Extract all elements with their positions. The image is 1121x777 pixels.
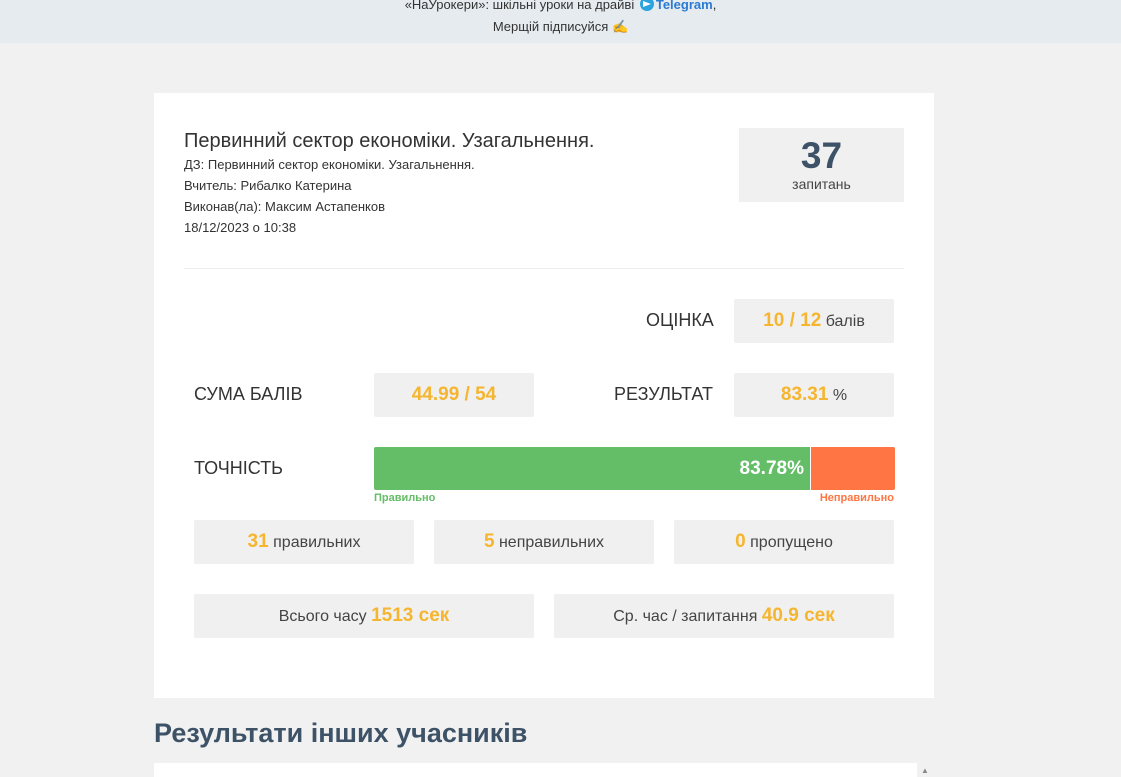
result-label: РЕЗУЛЬТАТ: [614, 384, 713, 404]
avg-time-value: 40.9 сек: [761, 605, 835, 626]
promo-text: «НаУрокери»: шкільні уроки на драйві: [404, 0, 635, 12]
result-box: 83.31 %: [734, 373, 894, 417]
questions-count: 37: [800, 135, 843, 176]
accuracy-correct-legend: Правильно: [374, 492, 436, 504]
telegram-link[interactable]: Telegram: [656, 0, 713, 12]
correct-count-box: 31 правильних: [194, 520, 414, 564]
performer-line: Виконав(ла): Максим Астапенков: [184, 199, 385, 214]
accuracy-bar: 83.78%: [374, 447, 895, 490]
score-sum-value: 44.99 / 54: [411, 384, 497, 405]
scroll-up-arrow-icon[interactable]: ▲: [919, 766, 931, 777]
promo-banner: «НаУрокери»: шкільні уроки на драйві Tel…: [0, 0, 1121, 43]
grade-label: ОЦІНКА: [646, 310, 714, 330]
avg-time-label: Ср. час / запитання: [613, 608, 758, 625]
datetime-line: 18/12/2023 о 10:38: [184, 220, 297, 235]
divider: [184, 268, 904, 269]
correct-count-label: правильних: [273, 534, 361, 551]
score-sum-box: 44.99 / 54: [374, 373, 534, 417]
other-participants-panel: [154, 763, 917, 777]
questions-label: запитань: [792, 176, 851, 192]
skipped-count-label: пропущено: [750, 534, 833, 551]
result-value: 83.31: [780, 384, 829, 405]
grade-value: 10 / 12: [763, 310, 822, 331]
accuracy-label: ТОЧНІСТЬ: [194, 458, 283, 478]
grade-unit: балів: [825, 313, 865, 330]
total-time-label: Всього часу: [278, 608, 367, 625]
skipped-count-box: 0 пропущено: [674, 520, 894, 564]
homework-line: ДЗ: Первинний сектор економіки. Узагальн…: [184, 157, 475, 172]
correct-count-value: 31: [247, 531, 269, 552]
total-time-value: 1513 сек: [371, 605, 450, 626]
accuracy-incorrect-legend: Неправильно: [819, 492, 894, 504]
promo-subscribe-text: Мерщій підписуйся: [492, 19, 609, 34]
avg-time-box: Ср. час / запитання 40.9 сек: [554, 594, 894, 638]
incorrect-count-box: 5 неправильних: [434, 520, 654, 564]
accuracy-incorrect-fill: [810, 447, 895, 490]
test-title: Первинний сектор економіки. Узагальнення…: [184, 130, 595, 152]
incorrect-count-label: неправильних: [498, 534, 605, 551]
result-unit: %: [832, 387, 848, 404]
questions-count-box: 37 запитань: [739, 128, 904, 202]
promo-comma: ,: [712, 0, 717, 12]
grade-box: 10 / 12 балів: [734, 299, 894, 343]
telegram-icon[interactable]: [639, 0, 654, 11]
promo-line-2: Мерщій підписуйся ✍: [0, 18, 1121, 36]
total-time-box: Всього часу 1513 сек: [194, 594, 534, 638]
score-sum-label: СУМА БАЛІВ: [194, 384, 303, 404]
incorrect-count-value: 5: [483, 531, 495, 552]
other-participants-heading: Результати інших учасників: [154, 718, 528, 748]
skipped-count-value: 0: [735, 531, 746, 552]
teacher-line: Вчитель: Рибалко Катерина: [184, 178, 352, 193]
accuracy-correct-fill: 83.78%: [374, 447, 810, 490]
writing-hand-icon: ✍: [611, 19, 629, 34]
result-card: Первинний сектор економіки. Узагальнення…: [154, 93, 934, 698]
promo-line-1: «НаУрокери»: шкільні уроки на драйві Tel…: [0, 0, 1121, 14]
